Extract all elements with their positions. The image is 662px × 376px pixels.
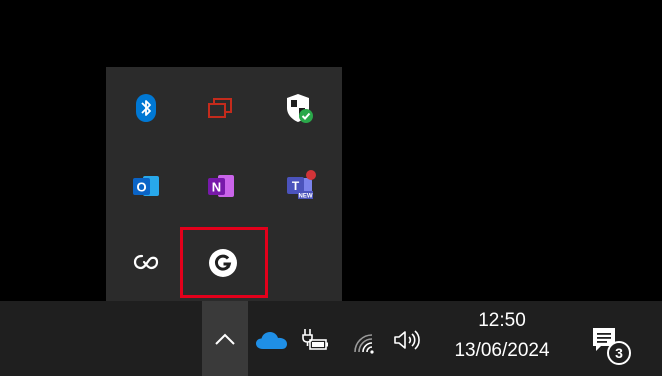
- onenote-letter: N: [212, 180, 221, 195]
- volume-icon[interactable]: [390, 325, 426, 355]
- onedrive-icon[interactable]: [252, 326, 292, 356]
- clock-date: 13/06/2024: [454, 340, 550, 361]
- outlook-icon[interactable]: O: [126, 166, 166, 206]
- clock-time: 12:50: [478, 310, 526, 331]
- outlook-letter: O: [136, 180, 146, 195]
- onenote-icon[interactable]: N: [201, 166, 241, 206]
- teams-letter: T: [292, 179, 300, 193]
- wifi-icon[interactable]: [349, 328, 379, 358]
- grammarly-highlight-box: [180, 227, 268, 298]
- teams-new-badge: NEW: [299, 194, 313, 200]
- bluetooth-icon[interactable]: [126, 88, 166, 128]
- taskbar-clock[interactable]: 12:50 13/06/2024: [438, 306, 566, 370]
- show-hidden-icons-button[interactable]: [202, 301, 248, 376]
- windows-security-icon[interactable]: [279, 88, 319, 128]
- task-view-icon[interactable]: [200, 88, 240, 128]
- teams-icon[interactable]: T NEW: [281, 165, 321, 205]
- notification-count-badge: 3: [607, 341, 631, 365]
- creative-cloud-icon[interactable]: [126, 242, 166, 282]
- chevron-up-icon: [215, 333, 235, 345]
- battery-charging-icon[interactable]: [298, 325, 330, 355]
